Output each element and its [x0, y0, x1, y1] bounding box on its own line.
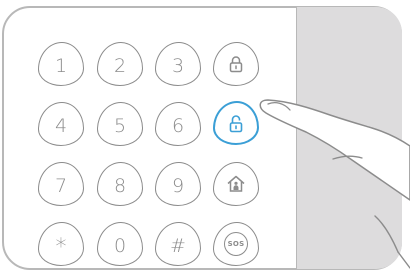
keypad-illustration: 1 2 3 4 5 6 7 8 9 * 0 # SOS: [0, 0, 410, 277]
finger-illustration: [259, 99, 410, 269]
